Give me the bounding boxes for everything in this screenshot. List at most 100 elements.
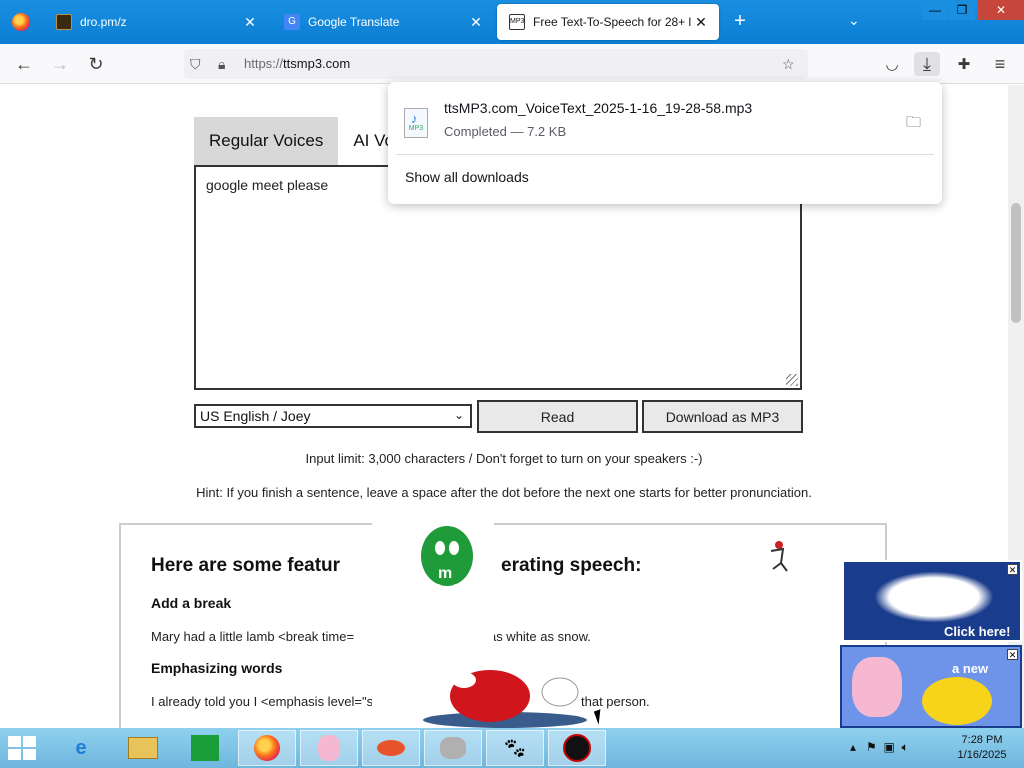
divider: [396, 154, 934, 155]
tab-google-translate[interactable]: G Google Translate ✕: [272, 0, 494, 44]
open-containing-folder-icon[interactable]: 🗀: [906, 112, 921, 137]
firefox-menu-button[interactable]: [0, 0, 42, 44]
internet-explorer-icon[interactable]: e: [52, 730, 110, 766]
reload-button[interactable]: ↻: [84, 52, 108, 76]
maximize-button[interactable]: ❐: [949, 0, 975, 20]
tab-regular-voices[interactable]: Regular Voices: [194, 117, 339, 165]
bookmark-star-icon[interactable]: ☆: [782, 56, 795, 73]
show-hidden-icons-icon[interactable]: ▴: [850, 740, 856, 754]
ad-bottom-text: a new: [952, 661, 989, 676]
close-tab-icon[interactable]: ✕: [466, 14, 486, 31]
app-menu-button[interactable]: ≡: [988, 52, 1012, 76]
file-type-label: MP3: [408, 125, 424, 132]
forward-arrow-icon: →: [51, 53, 69, 74]
minimize-button[interactable]: —: [922, 0, 948, 20]
file-explorer-icon[interactable]: [114, 730, 172, 766]
close-tab-icon[interactable]: ✕: [691, 14, 711, 31]
windows-logo-icon: [8, 736, 21, 747]
features-title-right: erating speech:: [501, 555, 642, 576]
read-button[interactable]: Read: [477, 400, 638, 433]
tab-ttsmp3[interactable]: MP3 Free Text-To-Speech for 28+ lar ✕: [497, 4, 719, 40]
add-break-heading: Add a break: [151, 595, 232, 611]
tab-dropm[interactable]: dro.pm/z ✕: [44, 0, 268, 44]
tracking-protection-shield-icon[interactable]: ⛉: [190, 56, 201, 73]
close-tab-icon[interactable]: ✕: [240, 14, 260, 31]
paw-app-icon[interactable]: 🐾︎: [486, 730, 544, 766]
close-icon[interactable]: ✕: [1007, 649, 1018, 660]
dancing-figure-icon: [761, 539, 791, 573]
ad-banner-top[interactable]: Click here! ✕: [842, 560, 1022, 642]
taskbar: e 🐾︎ ▴ ⚑ ▣ 🔈︎ 7:28 PM 1/16/2025: [0, 728, 1024, 768]
green-mm-character-icon[interactable]: m: [418, 520, 476, 610]
tab-title: Google Translate: [308, 15, 400, 29]
url-bar[interactable]: ⛉ 🔒︎ https://ttsmp3.com ☆: [184, 49, 808, 79]
music-note-icon: ♪: [411, 111, 418, 126]
puzzle-piece-icon: ✚: [957, 56, 971, 73]
pig-graphic-icon: [852, 657, 902, 717]
new-tab-button[interactable]: +: [728, 10, 752, 34]
taskbar-clock[interactable]: 7:28 PM 1/16/2025: [950, 733, 1014, 763]
clock-date: 1/16/2025: [957, 749, 1007, 761]
firefox-icon: [12, 13, 30, 31]
url-host: ttsmp3.com: [283, 56, 351, 71]
chevron-down-icon: ⌄: [453, 408, 464, 422]
scrollbar-thumb[interactable]: [1011, 203, 1021, 323]
windows-logo-pane: [23, 749, 36, 760]
back-button[interactable]: ←: [12, 52, 36, 76]
downloads-panel: ♪ MP3 ttsMP3.com_VoiceText_2025-1-16_19-…: [388, 82, 942, 204]
downloads-button[interactable]: ⤓: [914, 52, 940, 76]
close-window-button[interactable]: ✕: [978, 0, 1024, 20]
action-center-flag-icon[interactable]: ⚑: [866, 740, 877, 754]
url-protocol: https://: [244, 56, 284, 71]
forward-button[interactable]: →: [48, 52, 72, 76]
resize-grip-icon[interactable]: [786, 374, 798, 386]
start-button[interactable]: [8, 736, 38, 760]
emphasis-heading: Emphasizing words: [151, 660, 283, 676]
windows-logo-pane: [8, 749, 21, 760]
voice-type-tabs: Regular Voices AI Vo: [194, 117, 409, 165]
input-limit-text: Input limit: 3,000 characters / Don't fo…: [305, 451, 703, 466]
download-file-name[interactable]: ttsMP3.com_VoiceText_2025-1-16_19-28-58.…: [444, 100, 752, 116]
tab-title: Free Text-To-Speech for 28+ lar: [533, 15, 691, 29]
voice-select-value: US English / Joey: [200, 408, 311, 424]
pig-pet-icon[interactable]: [300, 730, 358, 766]
extensions-button[interactable]: ✚: [952, 52, 976, 76]
google-translate-favicon-icon: G: [284, 14, 300, 30]
reload-icon: ↻: [88, 53, 104, 74]
close-icon[interactable]: ✕: [1007, 564, 1018, 575]
cloud-graphic-icon: [864, 567, 1004, 627]
list-all-tabs-button[interactable]: ⌄: [848, 12, 860, 29]
red-mm-character-icon[interactable]: [420, 666, 590, 728]
tab-strip: dro.pm/z ✕ G Google Translate ✕ MP3 Free…: [0, 0, 1024, 44]
url-text[interactable]: https://ttsmp3.com: [244, 56, 350, 71]
show-all-downloads-link[interactable]: Show all downloads: [405, 169, 529, 185]
back-arrow-icon: ←: [15, 53, 33, 74]
red-app-icon[interactable]: [548, 730, 606, 766]
text-input-value: google meet please: [206, 177, 329, 193]
system-tray: ▴ ⚑ ▣ 🔈︎: [850, 740, 909, 755]
firefox-taskbar-icon[interactable]: [238, 730, 296, 766]
download-arrow-icon: ⤓: [923, 53, 931, 74]
volume-icon[interactable]: 🔈︎: [902, 740, 909, 754]
voice-select[interactable]: US English / Joey ⌄: [194, 404, 472, 428]
pocket-button[interactable]: ◡: [880, 52, 904, 76]
ad-banner-bottom[interactable]: a new ✕: [840, 645, 1022, 728]
pocket-icon: ◡: [885, 56, 899, 73]
features-title-left: Here are some featur: [151, 555, 341, 576]
svg-text:m: m: [438, 565, 452, 582]
lock-icon[interactable]: 🔒︎: [218, 56, 225, 73]
windows-logo-pane: [23, 736, 36, 747]
audio-file-icon: ♪ MP3: [404, 108, 428, 138]
ttsmp3-favicon-icon: MP3: [509, 14, 525, 30]
ad-top-text: Click here!: [944, 624, 1011, 639]
cat-pet-icon[interactable]: [424, 730, 482, 766]
download-mp3-button[interactable]: Download as MP3: [642, 400, 803, 433]
tab-title: dro.pm/z: [80, 15, 127, 29]
navigation-toolbar: ← → ↻ ⛉ 🔒︎ https://ttsmp3.com ☆ ◡ ⤓ ✚ ≡: [0, 44, 1024, 84]
network-icon[interactable]: ▣: [883, 740, 894, 754]
store-icon[interactable]: [176, 730, 234, 766]
fish-pet-icon[interactable]: [362, 730, 420, 766]
clock-time: 7:28 PM: [961, 734, 1003, 746]
add-break-example-left: Mary had a little lamb <break time=: [151, 629, 355, 644]
emphasis-example-right: that person.: [581, 694, 650, 709]
